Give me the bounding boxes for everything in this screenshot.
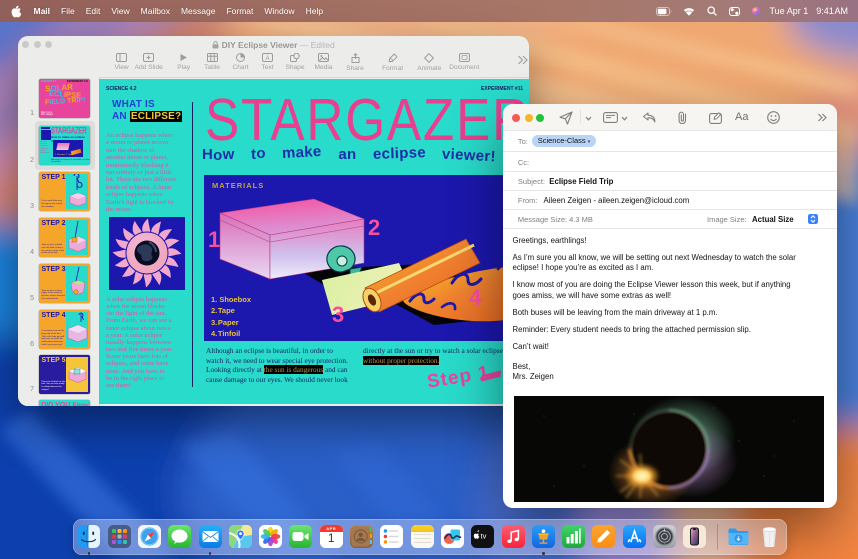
svg-text:4: 4 — [469, 285, 482, 310]
svg-text:tv: tv — [481, 531, 487, 540]
svg-text:2: 2 — [368, 215, 380, 240]
svg-text:1: 1 — [208, 227, 220, 252]
svg-text:3: 3 — [332, 302, 344, 327]
svg-text:A: A — [266, 56, 270, 62]
